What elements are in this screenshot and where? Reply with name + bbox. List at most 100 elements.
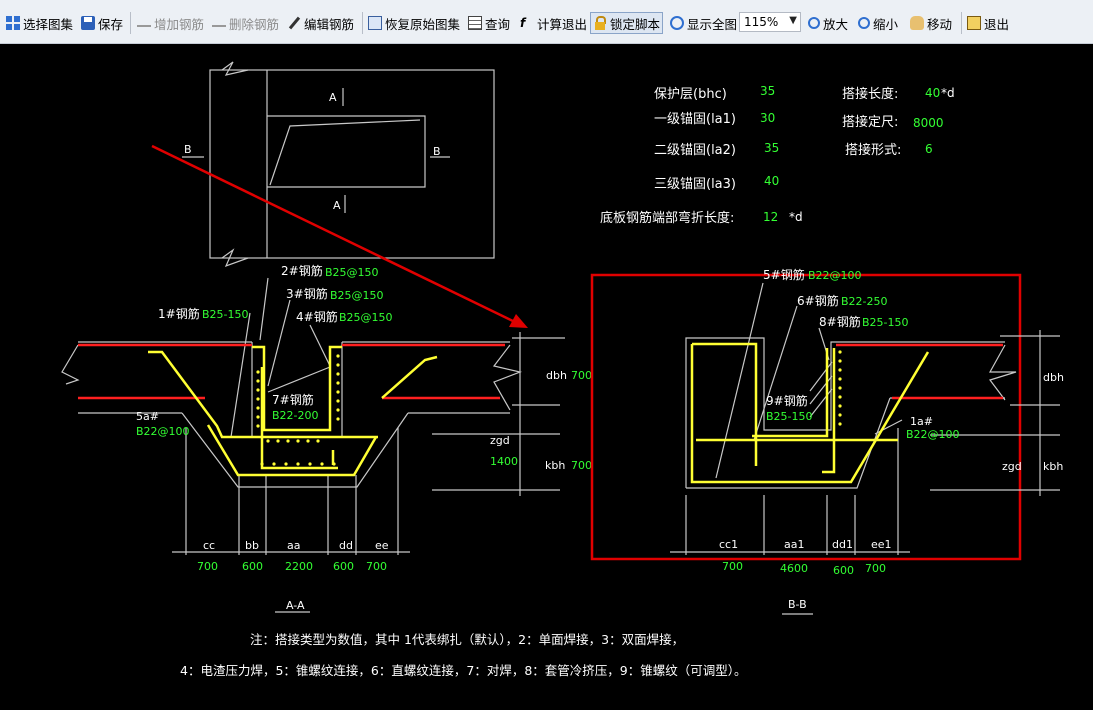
dim-cc1-label: cc1 [719, 538, 738, 551]
dim-cc-value[interactable]: 700 [197, 560, 218, 573]
zoom-extents-icon [670, 16, 684, 30]
calc-exit-button[interactable]: f 计算退出 [520, 12, 587, 34]
rebar6-spec[interactable]: B22-250 [841, 295, 888, 308]
dim-aa-label: aa [287, 539, 300, 552]
rebar7-label[interactable]: 7#钢筋 [272, 392, 314, 407]
rebar7-spec[interactable]: B22-200 [272, 409, 319, 422]
section-b-zgd-label: zgd [1002, 460, 1022, 473]
kbh-value[interactable]: 700 [571, 459, 592, 472]
section-b-title: B-B [788, 598, 807, 611]
add-rebar-button[interactable]: 增加钢筋 [137, 12, 204, 34]
select-atlas-button[interactable]: 选择图集 [6, 12, 73, 34]
lock-script-button[interactable]: 锁定脚本 [590, 12, 664, 34]
cover-value[interactable]: 35 [760, 84, 775, 98]
chevron-down-icon[interactable]: ▼ [789, 15, 797, 26]
dim-cc-label: cc [203, 539, 215, 552]
zoom-out-label: 缩小 [873, 16, 899, 32]
plan-cut-a-bottom: A [333, 199, 341, 212]
dim-ee-value[interactable]: 700 [366, 560, 387, 573]
anchor3-label: 三级锚固(la3) [654, 177, 736, 192]
dim-dd1-label: dd1 [832, 538, 853, 551]
show-all-button[interactable]: 显示全图 [670, 12, 737, 34]
zoom-out-icon [858, 17, 870, 29]
rebar9-spec[interactable]: B25-150 [766, 410, 813, 423]
dim-bb-value[interactable]: 600 [242, 560, 263, 573]
zoom-select[interactable]: 115% ▼ [739, 12, 801, 32]
rebar9-label[interactable]: 9#钢筋 [766, 393, 808, 408]
bend-length-unit: *d [789, 210, 803, 224]
select-atlas-icon [6, 16, 20, 30]
lap-fixed-label: 搭接定尺: [842, 114, 898, 130]
add-rebar-icon [137, 25, 151, 27]
rebar4-spec[interactable]: B25@150 [339, 311, 393, 324]
edit-rebar-button[interactable]: 编辑钢筋 [287, 12, 354, 34]
note-line-1: 注：搭接类型为数值，其中 1代表绑扎（默认），2：单面焊接，3：双面焊接， [250, 632, 684, 647]
anchor1-value[interactable]: 30 [760, 111, 775, 125]
edit-pen-icon [287, 16, 301, 30]
zgd-label: zgd [490, 434, 510, 447]
rebar1a-spec[interactable]: B22@100 [906, 428, 960, 441]
save-button[interactable]: 保存 [81, 12, 123, 34]
dim-bb-label: bb [245, 539, 259, 552]
lap-length-label: 搭接长度: [842, 86, 898, 102]
select-atlas-label: 选择图集 [23, 16, 74, 32]
query-button[interactable]: 查询 [468, 12, 510, 34]
dim-aa1-value[interactable]: 4600 [780, 562, 808, 575]
rebar2-spec[interactable]: B25@150 [325, 266, 379, 279]
section-a-cut-bars [78, 343, 505, 400]
rebar1a-label[interactable]: 1a# [910, 415, 933, 428]
dbh-value[interactable]: 700 [571, 369, 592, 382]
dim-dd-value[interactable]: 600 [333, 560, 354, 573]
rebar1-label[interactable]: 1#钢筋 [158, 306, 200, 321]
rebar6-label[interactable]: 6#钢筋 [797, 293, 839, 308]
exit-door-icon [967, 16, 981, 30]
restore-atlas-button[interactable]: 恢复原始图集 [368, 12, 460, 34]
table-icon [468, 16, 482, 30]
cover-label: 保护层(bhc) [654, 87, 727, 102]
function-icon: f [520, 16, 526, 30]
exit-button[interactable]: 退出 [967, 12, 1009, 34]
rebar5a-spec[interactable]: B22@100 [136, 425, 190, 438]
rebar2-label[interactable]: 2#钢筋 [281, 263, 323, 278]
dim-ee1-value[interactable]: 700 [865, 562, 886, 575]
anchor2-value[interactable]: 35 [764, 141, 779, 155]
rebar3-spec[interactable]: B25@150 [330, 289, 384, 302]
zgd-value[interactable]: 1400 [490, 455, 518, 468]
lap-fixed-value[interactable]: 8000 [913, 116, 944, 130]
lap-length-unit: *d [941, 86, 955, 100]
pan-label: 移动 [927, 16, 953, 32]
hand-icon [910, 16, 924, 30]
plan-cut-a-top: A [329, 91, 337, 104]
rebar8-label[interactable]: 8#钢筋 [819, 314, 861, 329]
zoom-out-button[interactable]: 缩小 [858, 12, 898, 34]
zoom-in-button[interactable]: 放大 [808, 12, 848, 34]
kbh-label: kbh [545, 459, 565, 472]
rebar5-spec[interactable]: B22@100 [808, 269, 862, 282]
lock-script-label: 锁定脚本 [610, 16, 661, 32]
dim-dd1-value[interactable]: 600 [833, 564, 854, 577]
anchor3-value[interactable]: 40 [764, 174, 779, 188]
rebar5-label[interactable]: 5#钢筋 [763, 267, 805, 282]
dim-aa-value[interactable]: 2200 [285, 560, 313, 573]
pan-button[interactable]: 移动 [910, 12, 952, 34]
rebar1-spec[interactable]: B25-150 [202, 308, 249, 321]
calc-exit-label: 计算退出 [537, 16, 588, 32]
zoom-value: 115% [744, 15, 779, 29]
rebar3-label[interactable]: 3#钢筋 [286, 286, 328, 301]
dim-dd-label: dd [339, 539, 353, 552]
dim-ee-label: ee [375, 539, 389, 552]
dim-cc1-value[interactable]: 700 [722, 560, 743, 573]
section-b-dots [838, 350, 842, 426]
rebar4-label[interactable]: 4#钢筋 [296, 309, 338, 324]
lap-type-value[interactable]: 6 [925, 142, 933, 156]
delete-rebar-button[interactable]: 删除钢筋 [212, 12, 279, 34]
rebar8-spec[interactable]: B25-150 [862, 316, 909, 329]
bend-length-value[interactable]: 12 [763, 210, 778, 224]
plan-cut-b-right: B [433, 145, 441, 158]
rebar5a-label[interactable]: 5a# [136, 410, 159, 423]
zoom-in-label: 放大 [823, 16, 849, 32]
drawing-canvas[interactable]: 保护层(bhc) 35 一级锚固(la1) 30 二级锚固(la2) 35 三级… [0, 44, 1093, 710]
plan-cut-b-left: B [184, 143, 192, 156]
lap-length-value[interactable]: 40 [925, 86, 940, 100]
edit-rebar-label: 编辑钢筋 [304, 16, 355, 32]
